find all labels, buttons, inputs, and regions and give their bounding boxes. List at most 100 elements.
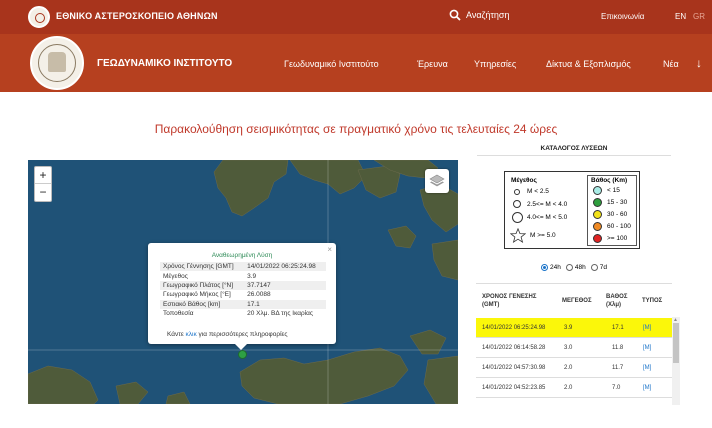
cell-time: 14/01/2022 04:57:30.98 — [482, 365, 546, 371]
legend-magnitude-label: M < 2.5 — [527, 188, 549, 195]
nav-item-news[interactable]: Νέα — [663, 59, 679, 69]
cell-time: 14/01/2022 06:14:58.28 — [482, 345, 546, 351]
earthquake-marker[interactable] — [238, 350, 247, 359]
table-row[interactable]: 14/01/2022 06:25:24.98 3.9 17.1 [M] — [476, 318, 672, 338]
legend-magnitude-label: M >= 5.0 — [530, 232, 556, 239]
legend-magnitude-label: 4.0<= M < 5.0 — [527, 214, 568, 221]
events-table: ΧΡΟΝΟΣ ΓΕΝΕΣΗΣ (GMT) ΜΕΓΕΘΟΣ ΒΑΘΟΣ (Χλμ) Τ… — [476, 283, 672, 405]
cell-magnitude: 2.0 — [564, 385, 573, 391]
column-header-depth-label: ΒΑΘΟΣ — [606, 294, 628, 300]
lang-en-link[interactable]: EN — [675, 12, 686, 21]
institute-logo[interactable] — [30, 36, 84, 90]
radio-icon[interactable] — [565, 264, 573, 271]
more-prefix: Κάντε — [167, 331, 186, 338]
popup-title: Αναθεωρημένη Λύση — [211, 252, 273, 259]
popup-row: Τοποθεσία 20 Χλμ. ΒΔ της Ικαρίας — [160, 309, 326, 318]
search-label: Αναζήτηση — [466, 10, 510, 20]
more-suffix: για περισσότερες πληροφορίες — [196, 331, 288, 338]
legend-depth-title: Βάθος (Km) — [591, 177, 628, 184]
event-popup: × Αναθεωρημένη Λύση Χρόνος Γέννησης [GMT… — [148, 243, 336, 350]
catalog-title: ΚΑΤΑΛΟΓΟΣ ΛΥΣΕΩΝ — [477, 145, 671, 156]
contact-link[interactable]: Επικοινωνία — [601, 12, 644, 21]
depth-color-dot — [593, 210, 602, 219]
legend-depth-item: 60 - 100 — [593, 222, 631, 231]
legend-depth-item: 15 - 30 — [593, 198, 627, 207]
page-title: Παρακολούθηση σεισμικότητας σε πραγματικ… — [154, 122, 558, 136]
nav-item-research[interactable]: Έρευνα — [417, 59, 448, 69]
legend-depth-label: < 15 — [607, 187, 620, 194]
table-row[interactable]: 14/01/2022 06:14:58.28 3.0 11.8 [M] — [476, 338, 672, 358]
legend-magnitude-title: Μέγεθος — [511, 177, 537, 184]
circle-medium-icon — [513, 200, 521, 208]
layers-button[interactable] — [425, 169, 449, 193]
cell-magnitude: 3.9 — [564, 325, 573, 331]
popup-row: Μέγεθος 3.9 — [160, 271, 326, 280]
legend-depth-item: >= 100 — [593, 234, 627, 243]
star-icon — [510, 228, 526, 243]
cell-magnitude: 3.0 — [564, 345, 573, 351]
nav-item-services[interactable]: Υπηρεσίες — [474, 59, 516, 69]
search-link[interactable]: Αναζήτηση — [449, 9, 509, 21]
period-label: 48h — [574, 264, 586, 271]
cell-type-link[interactable]: [M] — [643, 325, 651, 331]
zoom-control: + − — [34, 166, 52, 202]
legend-depth-item: 30 - 60 — [593, 210, 627, 219]
scrollbar-thumb[interactable] — [673, 323, 679, 363]
period-label: 7d — [599, 264, 607, 271]
arrow-down-icon[interactable]: ↓ — [696, 56, 702, 70]
nav-item-networks[interactable]: Δίκτυα & Εξοπλισμός — [546, 59, 631, 69]
legend-depth-item: < 15 — [593, 186, 620, 195]
main-nav: ΓΕΩΔΥΝΑΜΙΚΟ ΙΝΣΤΙΤΟΥΤΟ Γεωδυναμικό Ινστι… — [0, 34, 712, 92]
popup-field-value: 17.1 — [244, 299, 326, 309]
cell-type-link[interactable]: [M] — [643, 345, 651, 351]
cell-time: 14/01/2022 04:52:23.85 — [482, 385, 546, 391]
column-header-time-sub: (GMT) — [482, 301, 500, 308]
institute-title[interactable]: ΓΕΩΔΥΝΑΜΙΚΟ ΙΝΣΤΙΤΟΥΤΟ — [97, 58, 232, 69]
observatory-logo[interactable] — [28, 6, 50, 28]
depth-color-dot — [593, 222, 602, 231]
popup-field-label: Γεωγραφικό Μήκος [°E] — [163, 291, 231, 299]
period-label: 24h — [550, 264, 561, 271]
depth-color-dot — [593, 198, 602, 207]
popup-row: Χρόνος Γέννησης [GMT] 14/01/2022 06:25:24… — [160, 262, 326, 272]
observatory-title[interactable]: ΕΘΝΙΚΟ ΑΣΤΕΡΟΣΚΟΠΕΙΟ ΑΘΗΝΩΝ — [56, 11, 218, 21]
radio-selected-icon[interactable] — [541, 264, 548, 271]
search-icon — [449, 9, 461, 21]
zoom-out-button[interactable]: − — [35, 184, 51, 201]
popup-row: Εστιακό Βάθος [km] 17.1 — [160, 299, 326, 309]
circle-large-icon — [512, 212, 523, 223]
depth-color-dot — [593, 186, 602, 195]
legend-depth-label: 60 - 100 — [607, 223, 631, 230]
period-option-24h[interactable]: 24h — [541, 264, 561, 271]
legend-magnitude-item: M < 2.5 — [510, 188, 549, 195]
table-row[interactable]: 14/01/2022 04:57:30.98 2.0 11.7 [M] — [476, 358, 672, 378]
table-scrollbar[interactable]: ▲ — [672, 317, 680, 405]
popup-more-info: Κάντε κλικ για περισσότερες πληροφορίες — [167, 331, 288, 338]
cell-magnitude: 2.0 — [564, 365, 573, 371]
legend-depth-label: 15 - 30 — [607, 199, 628, 206]
popup-field-value: 26.0088 — [247, 291, 271, 299]
column-header-depth-sub: (Χλμ) — [606, 301, 622, 308]
legend-depth-label: >= 100 — [607, 235, 628, 242]
cell-type-link[interactable]: [M] — [643, 365, 651, 371]
popup-field-value: 20 Χλμ. ΒΔ της Ικαρίας — [247, 310, 314, 318]
cell-depth: 17.1 — [612, 325, 624, 331]
radio-icon[interactable] — [590, 264, 598, 271]
legend-magnitude-item: M >= 5.0 — [510, 228, 556, 243]
legend-box: Μέγεθος Βάθος (Km) M < 2.5 2.5<= M < 4.0… — [504, 171, 640, 249]
more-info-link[interactable]: κλικ — [186, 331, 197, 338]
cell-depth: 11.7 — [612, 365, 624, 371]
zoom-in-button[interactable]: + — [35, 167, 51, 184]
lang-gr-link[interactable]: GR — [693, 12, 705, 21]
cell-type-link[interactable]: [M] — [643, 385, 651, 391]
popup-field-label: Τοποθεσία — [163, 310, 194, 318]
popup-field-label: Γεωγραφικό Πλάτος [°N] — [160, 280, 245, 291]
popup-field-label: Χρόνος Γέννησης [GMT] — [160, 262, 245, 272]
table-row[interactable]: 14/01/2022 04:52:23.85 2.0 7.0 [M] — [476, 378, 672, 398]
popup-row: Γεωγραφικό Πλάτος [°N] 37.7147 — [160, 280, 326, 291]
period-option-48h[interactable]: 48h — [565, 264, 586, 271]
popup-field-label: Μέγεθος — [163, 272, 188, 280]
nav-item-institute[interactable]: Γεωδυναμικό Ινστιτούτο — [284, 59, 379, 69]
period-option-7d[interactable]: 7d — [590, 264, 607, 271]
legend-magnitude-item: 2.5<= M < 4.0 — [510, 200, 567, 208]
